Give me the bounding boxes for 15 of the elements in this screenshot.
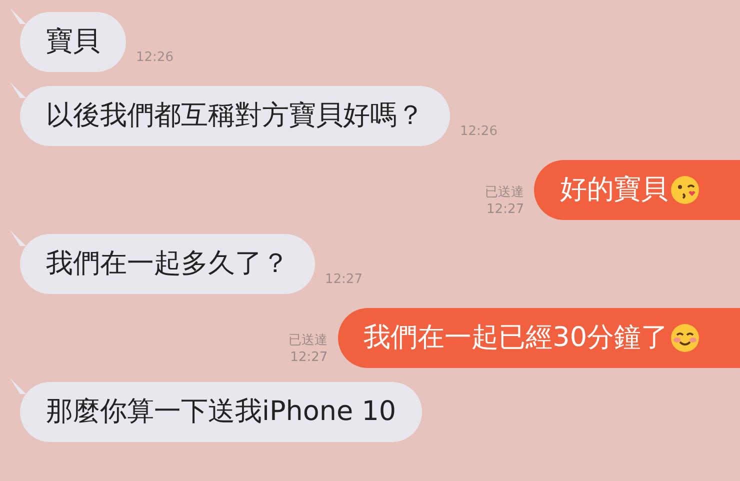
message-time: 12:27 [486,201,524,218]
bubble-tail [10,82,26,98]
bubble-tail [10,230,26,246]
message-time: 12:26 [460,123,498,140]
kissing-face-icon [670,175,700,205]
read-receipt: 已送達 [485,184,524,201]
bubble-tail [10,8,26,24]
message-time: 12:27 [325,271,362,288]
bubble-tail [10,378,26,394]
read-receipt: 已送達 [288,332,328,349]
sent-message-bubble: 好的寶貝 [534,160,740,220]
sent-message-bubble: 我們在一起已經30分鐘了 [338,308,740,368]
message-time: 12:27 [290,349,328,366]
message-time: 12:26 [136,49,174,66]
smiling-face-icon [670,323,700,353]
